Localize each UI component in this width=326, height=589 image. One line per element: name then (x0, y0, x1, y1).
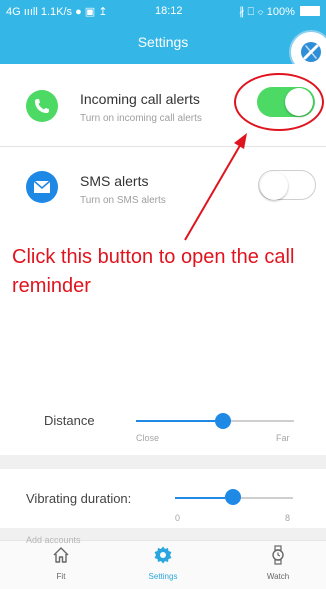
distance-min-label: Close (136, 433, 160, 443)
tab-watch[interactable]: Watch (248, 545, 308, 581)
status-time: 18:12 (155, 5, 183, 17)
section-separator (0, 455, 326, 469)
distance-track (224, 420, 294, 422)
status-left: 4G ıııll 1.1K/s ● ▣ ↥ (6, 6, 108, 18)
envelope-icon (26, 171, 58, 203)
tab-watch-label: Watch (266, 572, 290, 581)
vibration-slider-thumb[interactable] (225, 489, 241, 505)
sms-alerts-title: SMS alerts (80, 173, 149, 189)
vibration-track (233, 497, 293, 499)
sms-alerts-row: SMS alerts Turn on SMS alerts (0, 147, 326, 227)
tab-fit[interactable]: Fit (31, 545, 91, 581)
status-right: ∦ ⎕ ⌔ 100% (239, 5, 320, 19)
incoming-call-alerts-title: Incoming call alerts (80, 91, 200, 107)
phone-icon (26, 90, 58, 122)
battery-icon (300, 6, 320, 16)
sms-alerts-subtitle: Turn on SMS alerts (80, 195, 166, 206)
gear-icon (154, 546, 172, 564)
watch-icon (272, 545, 284, 565)
vibration-max-label: 8 (285, 513, 291, 523)
sms-alerts-toggle[interactable] (258, 170, 316, 200)
status-right-text: ∦ ⎕ ⌔ 100% (239, 6, 295, 18)
distance-max-label: Far (276, 433, 290, 443)
annotation-highlight-ellipse (234, 73, 324, 131)
app-bar: Settings (0, 22, 326, 64)
add-accounts-label[interactable]: Add accounts (26, 535, 81, 545)
tab-fit-label: Fit (56, 572, 66, 581)
vibration-min-label: 0 (175, 513, 181, 523)
distance-slider-thumb[interactable] (215, 413, 231, 429)
annotation-text: Click this button to open the call remin… (12, 246, 295, 297)
bottom-tab-bar: Fit Settings Watch (0, 540, 326, 589)
tab-settings[interactable]: Settings (133, 545, 193, 581)
vibrating-duration-label: Vibrating duration: (26, 491, 132, 506)
incoming-call-alerts-subtitle: Turn on incoming call alerts (80, 113, 202, 124)
distance-label: Distance (44, 413, 95, 428)
page-title: Settings (137, 34, 189, 50)
toggle-knob (260, 172, 288, 200)
distance-track-filled (136, 420, 224, 422)
status-bar: 4G ıııll 1.1K/s ● ▣ ↥ 18:12 ∦ ⎕ ⌔ 100% (0, 0, 326, 22)
home-icon (53, 547, 69, 563)
tab-settings-label: Settings (148, 572, 178, 581)
